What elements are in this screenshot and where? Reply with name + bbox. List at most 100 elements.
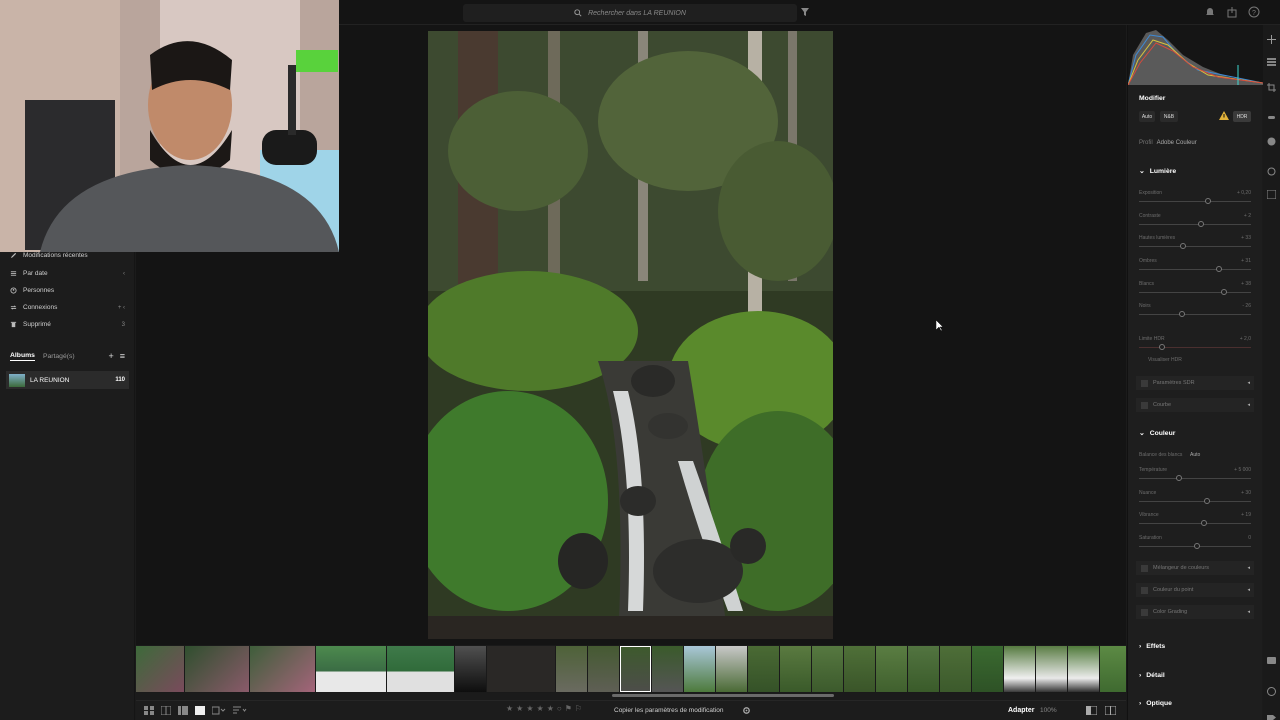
slider-highlights[interactable]: Hautes lumières + 33 [1139, 235, 1254, 257]
section-optics[interactable]: › Optique [1139, 700, 1254, 707]
slider-knob[interactable] [1180, 243, 1186, 249]
sidebar-item-recent-edits[interactable]: Modifications récentes [10, 252, 125, 259]
flag-circle-icon[interactable]: ○ [557, 704, 562, 713]
slider-knob[interactable] [1201, 520, 1207, 526]
sdr-settings-section[interactable]: Paramètres SDR ◂ [1136, 376, 1254, 390]
profile-selector[interactable]: Profil Adobe Couleur [1139, 140, 1254, 146]
film-thumbnail[interactable] [1004, 646, 1035, 692]
film-thumbnail[interactable] [812, 646, 843, 692]
film-thumbnail[interactable] [185, 646, 249, 692]
auto-button[interactable]: Auto [1139, 111, 1155, 122]
slider-temperature[interactable]: Température + 5 000 [1139, 467, 1254, 489]
add-album-icon[interactable]: + [108, 351, 113, 361]
film-thumbnail[interactable] [844, 646, 875, 692]
film-thumbnail[interactable] [1036, 646, 1067, 692]
sidebar-item-by-date[interactable]: Par date ‹ [10, 270, 125, 277]
share-icon[interactable] [1226, 6, 1238, 18]
slider-vibrance[interactable]: Vibrance + 19 [1139, 512, 1254, 534]
tab-albums[interactable]: Albums [10, 352, 35, 361]
sidebar-item-connections[interactable]: Connexions + ‹ [10, 304, 125, 311]
slider-knob[interactable] [1179, 311, 1185, 317]
crop-icon[interactable] [1267, 83, 1276, 92]
hdr-button[interactable]: HDR [1233, 111, 1251, 122]
comment-icon[interactable] [1267, 657, 1276, 666]
filter-icon[interactable] [800, 7, 810, 17]
sort-order-icon[interactable] [233, 706, 247, 715]
add-connection-icon[interactable]: + ‹ [118, 305, 125, 311]
slider-knob[interactable] [1159, 344, 1165, 350]
flag-reject-icon[interactable]: ⚐ [575, 704, 582, 713]
rating-stars[interactable]: ★ ★ ★ ★ ★ ○ ⚑ ⚐ [506, 704, 582, 713]
slider-knob[interactable] [1194, 543, 1200, 549]
star-icon[interactable]: ★ [506, 704, 513, 713]
film-thumbnail[interactable] [940, 646, 971, 692]
film-thumbnail[interactable] [716, 646, 747, 692]
color-grading-section[interactable]: Color Grading ◂ [1136, 605, 1254, 619]
slider-saturation[interactable]: Saturation 0 [1139, 535, 1254, 557]
film-thumbnail[interactable] [455, 646, 486, 692]
star-icon[interactable]: ★ [526, 704, 533, 713]
gear-icon[interactable] [742, 706, 751, 715]
film-thumbnail[interactable] [780, 646, 811, 692]
healing-icon[interactable] [1267, 113, 1276, 122]
fit-zoom-button[interactable]: Adapter [1008, 707, 1034, 714]
star-icon[interactable]: ★ [547, 704, 554, 713]
film-thumbnail[interactable] [250, 646, 315, 692]
copy-edit-settings-button[interactable]: Copier les paramètres de modification [614, 707, 723, 714]
loupe-view-icon[interactable] [195, 706, 205, 715]
sort-icon[interactable]: ≡ [120, 351, 125, 361]
section-effects[interactable]: › Effets [1139, 643, 1254, 650]
slider-knob[interactable] [1176, 475, 1182, 481]
black-white-button[interactable]: N&B [1160, 111, 1178, 122]
notification-icon[interactable] [1204, 6, 1216, 18]
edit-sliders-icon[interactable] [1267, 57, 1276, 66]
chevron-left-icon[interactable]: ‹ [123, 271, 125, 277]
star-icon[interactable]: ★ [537, 704, 544, 713]
star-icon[interactable]: ★ [516, 704, 523, 713]
point-color-section[interactable]: Couleur du point ◂ [1136, 583, 1254, 597]
add-icon[interactable] [1267, 35, 1276, 44]
film-thumbnail[interactable] [1068, 646, 1099, 692]
slider-knob[interactable] [1204, 498, 1210, 504]
album-la-reunion[interactable]: LA REUNION 110 [6, 371, 129, 389]
film-thumbnail[interactable] [748, 646, 779, 692]
color-mixer-section[interactable]: Mélangeur de couleurs ◂ [1136, 561, 1254, 575]
slider-blacks[interactable]: Noirs - 26 [1139, 303, 1254, 325]
square-grid-icon[interactable] [161, 706, 171, 715]
help-icon[interactable]: ? [1248, 6, 1260, 18]
keyword-icon[interactable] [1267, 713, 1276, 720]
zoom-level[interactable]: 100% [1040, 707, 1057, 714]
grid-view-icon[interactable] [144, 706, 154, 715]
section-light[interactable]: ⌄ Lumière [1139, 167, 1254, 176]
film-thumbnail[interactable] [1100, 646, 1126, 692]
film-thumbnail[interactable] [487, 646, 555, 692]
film-thumbnail[interactable] [876, 646, 907, 692]
detail-view-icon[interactable] [178, 706, 188, 715]
slider-exposure[interactable]: Exposition + 0,20 [1139, 190, 1254, 212]
slider-contrast[interactable]: Contraste + 2 [1139, 213, 1254, 235]
film-thumbnail[interactable] [556, 646, 587, 692]
sidebar-item-people[interactable]: Personnes [10, 287, 125, 294]
section-color[interactable]: ⌄ Couleur [1139, 429, 1254, 438]
film-thumbnail[interactable] [908, 646, 939, 692]
history-icon[interactable] [1267, 167, 1276, 176]
view-options-icon[interactable] [212, 706, 226, 715]
film-thumbnail-selected[interactable] [620, 646, 651, 692]
info-icon[interactable] [1267, 687, 1276, 696]
section-detail[interactable]: › Détail [1139, 672, 1254, 679]
slider-knob[interactable] [1198, 221, 1204, 227]
curves-section[interactable]: Courbe ◂ [1136, 398, 1254, 412]
before-after-icon[interactable] [1105, 706, 1116, 715]
slider-whites[interactable]: Blancs + 38 [1139, 281, 1254, 303]
compare-view-icon[interactable] [1086, 706, 1097, 715]
slider-knob[interactable] [1205, 198, 1211, 204]
slider-knob[interactable] [1221, 289, 1227, 295]
tab-shared[interactable]: Partagé(s) [43, 353, 75, 360]
search-input[interactable]: Rechercher dans LA REUNION [463, 4, 797, 22]
film-thumbnail[interactable] [387, 646, 454, 692]
white-balance-selector[interactable]: Balance des blancs Auto [1139, 452, 1254, 462]
visualize-hdr-checkbox[interactable]: Visualiser HDR [1139, 357, 1254, 367]
film-thumbnail[interactable] [588, 646, 619, 692]
film-thumbnail[interactable] [316, 646, 386, 692]
sidebar-item-deleted[interactable]: Supprimé 3 [10, 321, 125, 328]
